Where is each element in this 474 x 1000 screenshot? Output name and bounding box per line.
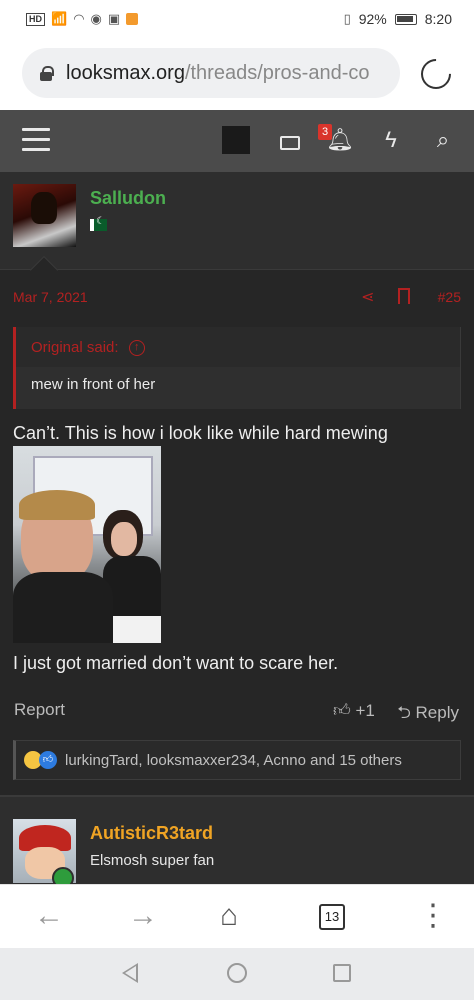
reactions-users: lurkingTard, looksmaxxer234, Acnno and 1… [65,751,402,769]
app-notification-icon: ▣ [107,11,121,26]
user-avatar-button[interactable] [222,126,250,154]
more-vertical-icon[interactable]: ⋮ [418,899,448,933]
reactions-bar[interactable]: 👍︎ lurkingTard, looksmaxxer234, Acnno an… [13,740,461,780]
search-icon[interactable]: ⌕ [429,126,457,154]
system-nav-bar [0,948,474,1000]
desk-shape [113,616,161,643]
browser-toolbar: looksmax.org/threads/pros-and-co [0,38,474,110]
bolt-icon[interactable]: ϟ [377,126,405,154]
site-header: 🔔︎ 3 ϟ ⌕ [0,110,474,172]
reply-label: Reply [415,703,459,722]
bookmark-icon[interactable] [398,288,410,304]
system-back-icon[interactable] [122,963,138,983]
girl-face [111,522,137,556]
wifi-icon: ◠ [73,11,85,26]
video-app-icon [126,13,139,25]
thumbs-up-icon: 👍︎ [333,701,356,720]
post-text-1: Can’t. This is how i look like while har… [13,423,388,443]
menu-hamburger-icon[interactable] [22,128,50,152]
back-arrow-icon[interactable]: ← [34,899,64,933]
quote-text: mew in front of her [31,376,156,393]
post-image[interactable] [13,446,161,643]
share-icon[interactable]: ⋖ [361,287,374,307]
arrow-up-icon[interactable]: ↑ [128,340,145,357]
post-meta: Mar 7, 2021 ⋖ #25 [13,286,461,308]
pakistan-flag-icon [90,216,107,231]
browser-bottom-nav: ← → ⌂ 13 ⋮ [0,884,474,948]
hd-indicator: HD [26,12,45,26]
status-left: HD 📶 ◠ ◉ ▣ [26,11,139,27]
tabs-count-button[interactable]: 13 [319,904,345,930]
post-number[interactable]: #25 [438,289,461,305]
vibrate-icon: ▯ [343,11,351,26]
url-host: looksmax.org [66,61,185,84]
next-post-username[interactable]: AutisticR3tard [90,823,213,844]
eye-icon: ◉ [90,11,102,26]
post-date[interactable]: Mar 7, 2021 [13,289,88,305]
next-post-header: AutisticR3tard Elsmosh super fan [0,795,474,884]
lock-icon [40,65,54,81]
guy-hoodie [13,572,113,643]
mail-icon[interactable] [276,126,304,154]
guy-hair [19,490,95,520]
quote-block: Original said: ↑ mew in front of her [13,327,461,409]
online-status-icon [52,867,74,884]
reply-icon: ⮌ [397,703,416,722]
thread-content: Salludon Mar 7, 2021 ⋖ #25 Original said… [0,172,474,884]
url-path: /threads/pros-and-co [184,61,370,84]
notification-badge: 3 [318,124,332,140]
system-recents-icon[interactable] [333,964,351,982]
forward-arrow-icon[interactable]: → [128,899,158,933]
reload-icon[interactable] [414,52,458,96]
clock: 8:20 [424,11,452,27]
battery-icon [394,13,417,25]
address-bar[interactable]: looksmax.org/threads/pros-and-co [22,48,400,98]
post-actions: Report 👍︎ +1 ⮌ Reply [13,698,461,722]
avatar[interactable] [13,184,76,247]
signal-icon: 📶 [51,11,68,26]
quote-attribution: Original said: [31,339,119,356]
battery-percent: 92% [358,11,387,27]
post-text-2: I just got married don’t want to scare h… [13,653,339,673]
like-count: +1 [355,701,375,720]
like-reaction-icon: 👍︎ [39,751,57,769]
status-bar: HD 📶 ◠ ◉ ▣ ▯ 92% 8:20 [0,0,474,38]
home-icon[interactable]: ⌂ [220,899,238,933]
quote-header[interactable]: Original said: ↑ [16,327,460,367]
post-user-header: Salludon [0,172,474,270]
post-username[interactable]: Salludon [90,188,166,209]
report-link[interactable]: Report [14,700,65,720]
status-right: ▯ 92% 8:20 [344,11,452,27]
next-post-user-title: Elsmosh super fan [90,852,215,869]
reply-button[interactable]: ⮌ Reply [397,700,459,729]
system-home-icon[interactable] [227,963,247,983]
like-button[interactable]: 👍︎ +1 [333,700,375,721]
